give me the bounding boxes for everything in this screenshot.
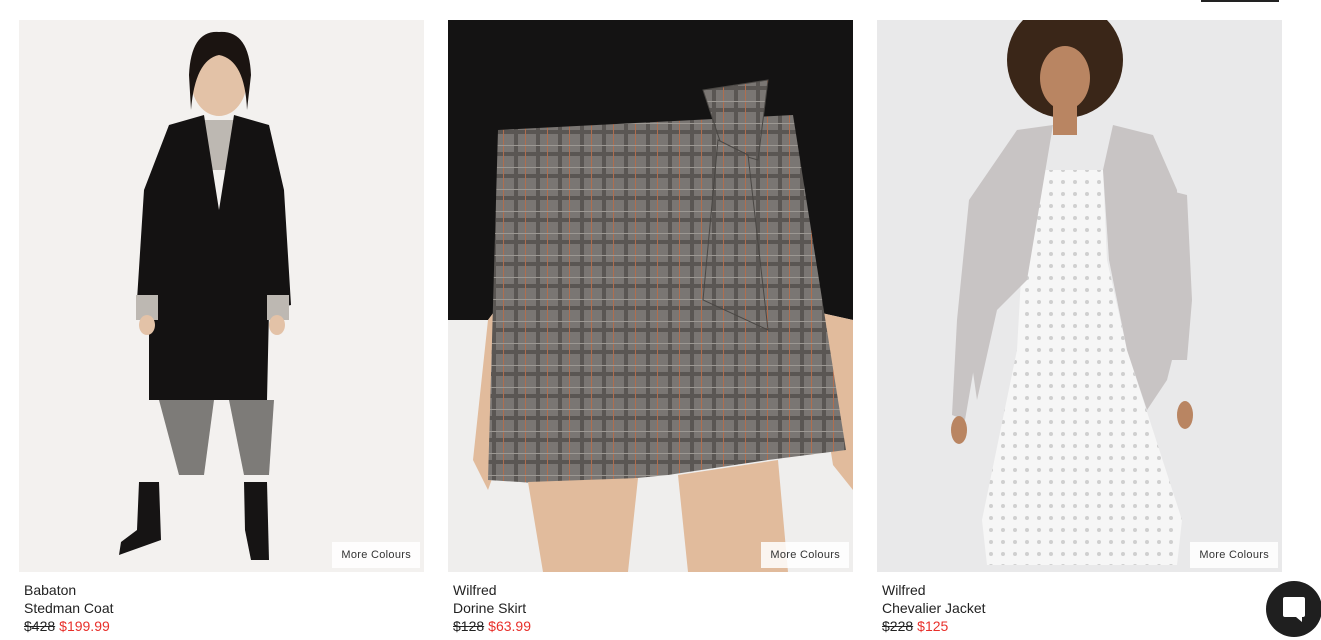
product-brand: Babaton (24, 582, 77, 598)
product-card[interactable]: More Colours Wilfred Dorine Skirt $128 $6… (448, 20, 853, 635)
product-image[interactable]: More Colours (877, 20, 1282, 572)
product-info: Wilfred Chevalier Jacket $228 $125 (877, 581, 1282, 635)
sale-price: $199.99 (59, 618, 110, 634)
sale-price: $125 (917, 618, 949, 634)
header-underline (1201, 0, 1279, 2)
product-image[interactable]: More Colours (448, 20, 853, 572)
product-info: Babaton Stedman Coat $428 $199.99 (19, 581, 424, 635)
product-image[interactable]: More Colours (19, 20, 424, 572)
chat-button[interactable] (1266, 581, 1321, 637)
more-colours-button[interactable]: More Colours (332, 542, 420, 568)
product-brand: Wilfred (453, 582, 497, 598)
chat-bubble-icon (1283, 597, 1305, 622)
skirt-model-photo (448, 20, 853, 572)
original-price: $428 (24, 618, 56, 634)
product-brand: Wilfred (882, 582, 926, 598)
product-grid-page: More Colours Babaton Stedman Coat $428 $1… (0, 0, 1321, 640)
more-colours-button[interactable]: More Colours (761, 542, 849, 568)
original-price: $228 (882, 618, 914, 634)
jacket-model-photo (877, 20, 1282, 572)
product-card[interactable]: More Colours Wilfred Chevalier Jacket $2… (877, 20, 1282, 635)
product-prices: $428 $199.99 (24, 617, 424, 635)
coat-model-photo (19, 20, 424, 572)
product-name[interactable]: Stedman Coat (24, 599, 424, 617)
product-name[interactable]: Chevalier Jacket (882, 599, 1282, 617)
product-grid: More Colours Babaton Stedman Coat $428 $1… (19, 20, 1282, 635)
sale-price: $63.99 (488, 618, 531, 634)
product-prices: $128 $63.99 (453, 617, 853, 635)
product-name[interactable]: Dorine Skirt (453, 599, 853, 617)
original-price: $128 (453, 618, 485, 634)
more-colours-button[interactable]: More Colours (1190, 542, 1278, 568)
product-info: Wilfred Dorine Skirt $128 $63.99 (448, 581, 853, 635)
product-card[interactable]: More Colours Babaton Stedman Coat $428 $1… (19, 20, 424, 635)
product-prices: $228 $125 (882, 617, 1282, 635)
